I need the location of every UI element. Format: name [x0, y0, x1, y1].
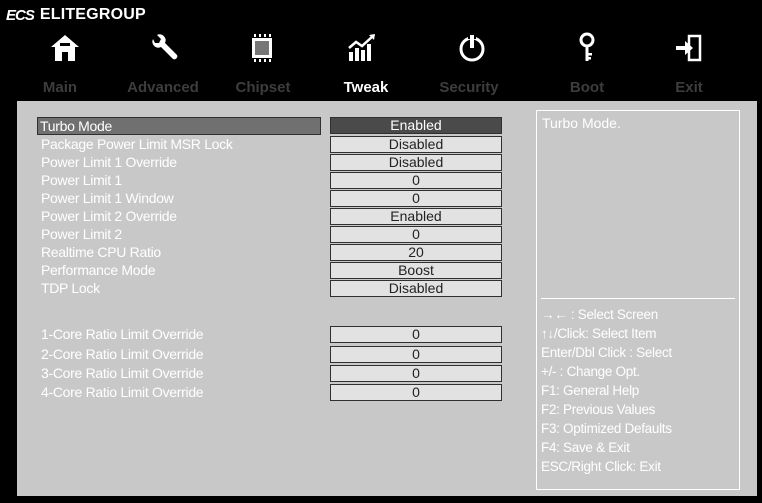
setting-value-2-core-ratio[interactable]: 0 — [330, 346, 502, 363]
tab-tweak[interactable]: Tweak — [321, 79, 411, 96]
setting-value-4-core-ratio[interactable]: 0 — [330, 384, 502, 401]
setting-value-power-limit-1-window[interactable]: 0 — [330, 190, 502, 207]
help-key-f3: F3: Optimized Defaults — [541, 421, 672, 436]
setting-value-performance-mode[interactable]: Boost — [330, 262, 502, 279]
setting-value-power-limit-1-override[interactable]: Disabled — [330, 154, 502, 171]
settings-panel: Turbo Mode Enabled Package Power Limit M… — [17, 101, 757, 496]
help-description: Turbo Mode. — [542, 115, 621, 131]
power-icon[interactable] — [450, 28, 494, 68]
ecs-logo: ECS — [6, 6, 35, 24]
help-panel: Turbo Mode. →← : Select Screen ↑↓/Click:… — [536, 110, 740, 490]
setting-label-1-core-ratio[interactable]: 1-Core Ratio Limit Override — [39, 326, 341, 342]
home-icon[interactable] — [43, 28, 87, 68]
help-key-select-item: ↑↓/Click: Select Item — [541, 326, 657, 341]
tab-chipset[interactable]: Chipset — [218, 79, 308, 96]
exit-icon[interactable] — [666, 28, 710, 68]
help-key-f1: F1: General Help — [541, 383, 639, 398]
help-key-f4: F4: Save & Exit — [541, 440, 630, 455]
key-icon[interactable] — [565, 28, 609, 68]
help-keys: →← : Select Screen ↑↓/Click: Select Item… — [541, 305, 672, 476]
chip-icon[interactable] — [240, 28, 284, 68]
help-key-enter: Enter/Dbl Click : Select — [541, 345, 672, 360]
setting-label-power-limit-1-override[interactable]: Power Limit 1 Override — [39, 154, 341, 170]
wrench-icon[interactable] — [142, 28, 186, 68]
help-key-f2: F2: Previous Values — [541, 402, 656, 417]
help-key-select-screen: →← : Select Screen — [541, 307, 658, 322]
setting-value-power-limit-2-override[interactable]: Enabled — [330, 208, 502, 225]
setting-value-tdp-lock[interactable]: Disabled — [330, 280, 502, 297]
setting-value-3-core-ratio[interactable]: 0 — [330, 365, 502, 382]
top-bar: ECS ELITEGROUP Main Advanced Chipset Twe… — [0, 0, 762, 100]
tab-exit[interactable]: Exit — [644, 79, 734, 96]
tab-main[interactable]: Main — [15, 79, 105, 96]
setting-value-power-limit-2[interactable]: 0 — [330, 226, 502, 243]
setting-label-power-limit-2[interactable]: Power Limit 2 — [39, 226, 341, 242]
brand-name: ELITEGROUP — [39, 6, 146, 23]
tab-boot[interactable]: Boot — [542, 79, 632, 96]
setting-label-3-core-ratio[interactable]: 3-Core Ratio Limit Override — [39, 365, 341, 381]
setting-label-4-core-ratio[interactable]: 4-Core Ratio Limit Override — [39, 384, 341, 400]
help-key-change-opt: +/- : Change Opt. — [541, 364, 640, 379]
setting-value-power-limit-1[interactable]: 0 — [330, 172, 502, 189]
setting-value-1-core-ratio[interactable]: 0 — [330, 326, 502, 343]
setting-label-power-limit-1[interactable]: Power Limit 1 — [39, 172, 341, 188]
setting-label-turbo-mode[interactable]: Turbo Mode — [37, 117, 321, 135]
setting-value-turbo-mode[interactable]: Enabled — [330, 117, 502, 134]
tab-advanced[interactable]: Advanced — [118, 79, 208, 96]
setting-label-package-power-limit-msr-lock[interactable]: Package Power Limit MSR Lock — [39, 136, 341, 152]
setting-value-package-power-limit-msr-lock[interactable]: Disabled — [330, 136, 502, 153]
setting-label-2-core-ratio[interactable]: 2-Core Ratio Limit Override — [39, 346, 341, 362]
setting-label-power-limit-1-window[interactable]: Power Limit 1 Window — [39, 190, 341, 206]
setting-label-power-limit-2-override[interactable]: Power Limit 2 Override — [39, 208, 341, 224]
help-key-esc: ESC/Right Click: Exit — [541, 459, 661, 474]
brand: ECS ELITEGROUP — [6, 4, 146, 26]
setting-label-performance-mode[interactable]: Performance Mode — [39, 262, 341, 278]
tab-security[interactable]: Security — [424, 79, 514, 96]
setting-label-realtime-cpu-ratio[interactable]: Realtime CPU Ratio — [39, 244, 341, 260]
setting-label-tdp-lock[interactable]: TDP Lock — [39, 280, 341, 296]
chart-icon[interactable] — [340, 28, 384, 68]
setting-value-realtime-cpu-ratio[interactable]: 20 — [330, 244, 502, 261]
help-divider — [541, 298, 735, 299]
